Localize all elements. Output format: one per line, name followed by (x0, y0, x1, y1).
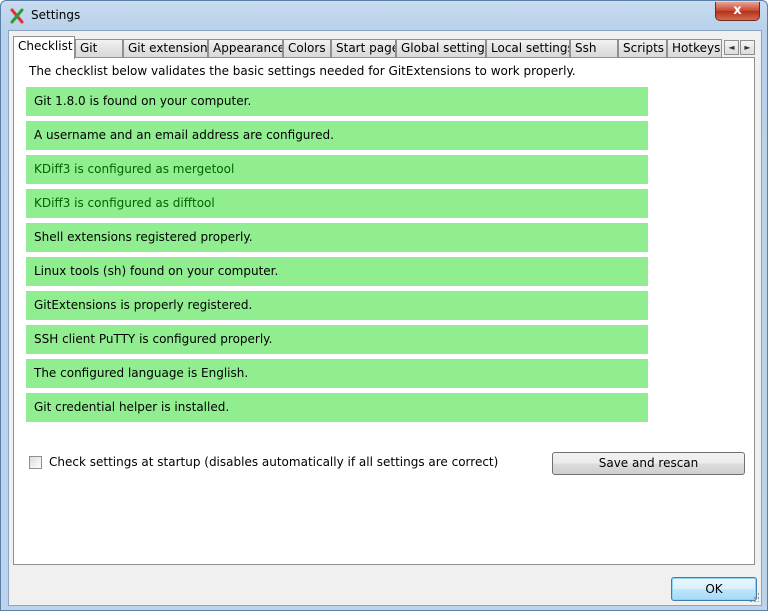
close-icon: x (733, 3, 742, 18)
tab-start-page[interactable]: Start page (331, 39, 396, 57)
title-bar[interactable]: Settings x (1, 1, 767, 31)
client-area: Checklist Git Git extensions Appearance … (8, 30, 762, 606)
settings-window: Settings x Checklist Git Git extensions … (0, 0, 768, 611)
check-item-gitextensions-registered[interactable]: GitExtensions is properly registered. (26, 291, 648, 320)
tab-appearance[interactable]: Appearance (208, 39, 283, 57)
tab-global-settings[interactable]: Global settings (396, 39, 486, 57)
tab-git-extensions[interactable]: Git extensions (123, 39, 208, 57)
tab-checklist[interactable]: Checklist (13, 36, 75, 59)
check-item-mergetool[interactable]: KDiff3 is configured as mergetool (26, 155, 648, 184)
checklist-panel: The checklist below validates the basic … (13, 57, 755, 565)
check-item-user-configured[interactable]: A username and an email address are conf… (26, 121, 648, 150)
ok-button[interactable]: OK (671, 577, 757, 601)
gitextensions-logo-icon (10, 8, 24, 24)
check-at-startup-checkbox[interactable] (29, 456, 42, 469)
check-item-git-found[interactable]: Git 1.8.0 is found on your computer. (26, 87, 648, 116)
tab-hotkeys[interactable]: Hotkeys (667, 39, 722, 57)
check-at-startup-label[interactable]: Check settings at startup (disables auto… (49, 455, 498, 469)
window-title: Settings (31, 8, 81, 22)
tab-git[interactable]: Git (75, 39, 123, 57)
check-item-difftool[interactable]: KDiff3 is configured as difftool (26, 189, 648, 218)
tab-scripts[interactable]: Scripts (618, 39, 667, 57)
check-item-linux-tools[interactable]: Linux tools (sh) found on your computer. (26, 257, 648, 286)
tab-scroll-right-icon[interactable]: ► (740, 40, 755, 55)
tab-scroll-left-icon[interactable]: ◄ (724, 40, 739, 55)
tab-ssh[interactable]: Ssh (570, 39, 618, 57)
tab-strip: Checklist Git Git extensions Appearance … (13, 36, 757, 59)
save-and-rescan-button[interactable]: Save and rescan (552, 452, 745, 475)
close-button[interactable]: x (715, 2, 760, 21)
check-item-language[interactable]: The configured language is English. (26, 359, 648, 388)
checklist-intro: The checklist below validates the basic … (29, 64, 576, 78)
tab-colors[interactable]: Colors (283, 39, 331, 57)
check-item-shell-extensions[interactable]: Shell extensions registered properly. (26, 223, 648, 252)
check-item-ssh-client[interactable]: SSH client PuTTY is configured properly. (26, 325, 648, 354)
check-item-credential-helper[interactable]: Git credential helper is installed. (26, 393, 648, 422)
tab-local-settings[interactable]: Local settings (486, 39, 570, 57)
